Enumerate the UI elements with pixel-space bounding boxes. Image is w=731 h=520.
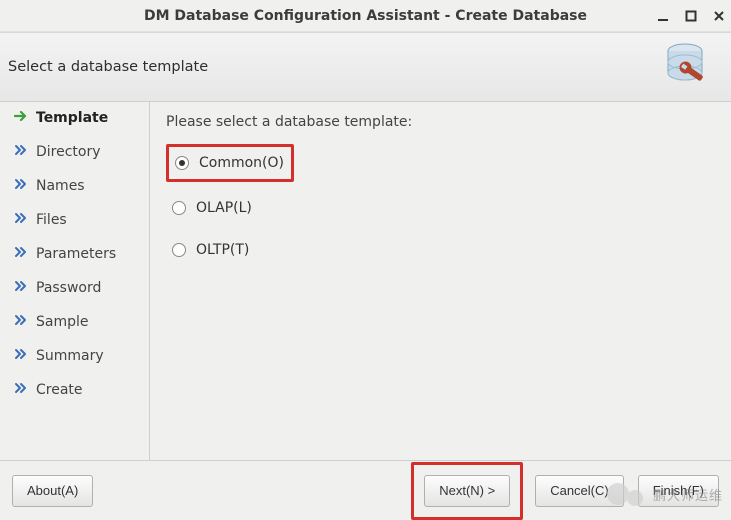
chevrons-right-icon xyxy=(14,246,28,262)
wizard-step-title: Select a database template xyxy=(8,59,208,75)
arrow-right-icon xyxy=(14,110,28,126)
maximize-icon[interactable] xyxy=(685,10,697,22)
chevrons-right-icon xyxy=(14,178,28,194)
template-option-common[interactable]: Common(O) xyxy=(166,144,294,182)
step-names[interactable]: Names xyxy=(14,178,149,194)
step-label: Files xyxy=(36,212,67,228)
radio-icon xyxy=(172,243,186,257)
wizard-footer: About(A) Next(N) > Cancel(C) Finish(F) 鹏… xyxy=(0,460,731,520)
step-template[interactable]: Template xyxy=(14,110,149,126)
chevrons-right-icon xyxy=(14,382,28,398)
wizard-header: Select a database template xyxy=(0,32,731,102)
step-files[interactable]: Files xyxy=(14,212,149,228)
step-label: Password xyxy=(36,280,101,296)
next-button[interactable]: Next(N) > xyxy=(424,475,510,507)
step-directory[interactable]: Directory xyxy=(14,144,149,160)
window-controls xyxy=(657,0,725,32)
close-icon[interactable] xyxy=(713,10,725,22)
radio-icon xyxy=(172,201,186,215)
titlebar: DM Database Configuration Assistant - Cr… xyxy=(0,0,731,32)
cancel-button[interactable]: Cancel(C) xyxy=(535,475,624,507)
step-label: Summary xyxy=(36,348,104,364)
window: DM Database Configuration Assistant - Cr… xyxy=(0,0,731,520)
chevrons-right-icon xyxy=(14,212,28,228)
step-label: Sample xyxy=(36,314,89,330)
step-sample[interactable]: Sample xyxy=(14,314,149,330)
template-option-oltp[interactable]: OLTP(T) xyxy=(166,234,715,266)
step-label: Names xyxy=(36,178,85,194)
template-prompt: Please select a database template: xyxy=(166,114,715,130)
step-label: Directory xyxy=(36,144,101,160)
minimize-icon[interactable] xyxy=(657,10,669,22)
template-option-olap[interactable]: OLAP(L) xyxy=(166,192,715,224)
wizard-steps-sidebar: Template Directory Names Files Parameter… xyxy=(0,102,150,460)
database-wrench-icon xyxy=(659,37,717,99)
step-create[interactable]: Create xyxy=(14,382,149,398)
option-label: Common(O) xyxy=(199,155,284,171)
step-parameters[interactable]: Parameters xyxy=(14,246,149,262)
step-password[interactable]: Password xyxy=(14,280,149,296)
step-summary[interactable]: Summary xyxy=(14,348,149,364)
radio-icon xyxy=(175,156,189,170)
chevrons-right-icon xyxy=(14,314,28,330)
option-label: OLAP(L) xyxy=(196,200,252,216)
option-label: OLTP(T) xyxy=(196,242,249,258)
next-highlight: Next(N) > xyxy=(411,462,523,520)
step-label: Parameters xyxy=(36,246,116,262)
step-label: Template xyxy=(36,110,108,126)
chevrons-right-icon xyxy=(14,348,28,364)
chevrons-right-icon xyxy=(14,144,28,160)
chevrons-right-icon xyxy=(14,280,28,296)
finish-button[interactable]: Finish(F) xyxy=(638,475,719,507)
about-button[interactable]: About(A) xyxy=(12,475,93,507)
wizard-content: Please select a database template: Commo… xyxy=(150,102,731,460)
window-title: DM Database Configuration Assistant - Cr… xyxy=(144,8,587,24)
step-label: Create xyxy=(36,382,83,398)
wizard-body: Template Directory Names Files Parameter… xyxy=(0,102,731,460)
